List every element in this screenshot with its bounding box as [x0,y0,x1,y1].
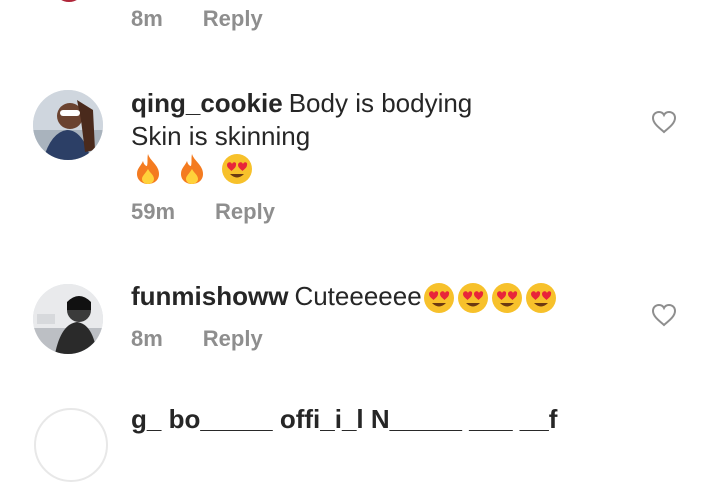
avatar-funmishoww[interactable] [33,284,103,354]
like-heart-icon[interactable] [651,303,677,327]
heart-eyes-emoji-icon [423,282,455,314]
avatar-qing-cookie[interactable] [33,90,103,160]
reply-button[interactable]: Reply [203,326,263,352]
comment-qing-cookie-emojis [133,153,253,185]
avatar-photo-icon [33,90,103,160]
prev-comment-meta: 8m Reply [131,6,263,32]
next-avatar[interactable] [34,408,108,482]
username-funmishoww[interactable]: funmishoww [131,281,288,311]
comment-qing-cookie-meta: 59m Reply [131,199,275,225]
fire-emoji-icon [133,153,163,185]
comment-funmishoww-meta: 8m Reply [131,326,263,352]
comment-body: Cuteeeeee [294,281,422,311]
username-qing-cookie[interactable]: qing_cookie [131,88,283,118]
prev-comment-time: 8m [131,6,163,31]
fire-emoji-icon [177,153,207,185]
reply-button[interactable]: Reply [215,199,275,225]
comment-funmishoww-text: funmishoww Cuteeeeee [131,280,557,314]
prev-reply-button[interactable]: Reply [203,6,263,32]
next-comment-partial-text: g_ bo_____ offi_i_l N_____ ___ __f [131,404,558,434]
avatar-photo-icon [33,284,103,354]
comment-qing-cookie-text: qing_cookie Body is bodying Skin is skinn… [131,87,472,153]
comment-funmishoww-emojis [423,282,557,314]
comment-time: 59m [131,199,176,224]
heart-eyes-emoji-icon [525,282,557,314]
heart-eyes-emoji-icon [491,282,523,314]
comment-line-2: Skin is skinning [131,121,311,151]
heart-eyes-emoji-icon [457,282,489,314]
heart-eyes-emoji-icon [221,153,253,185]
comment-time: 8m [131,326,163,351]
comment-line-1: Body is bodying [288,88,473,118]
prev-avatar-edge[interactable] [56,0,82,2]
like-heart-icon[interactable] [651,110,677,134]
